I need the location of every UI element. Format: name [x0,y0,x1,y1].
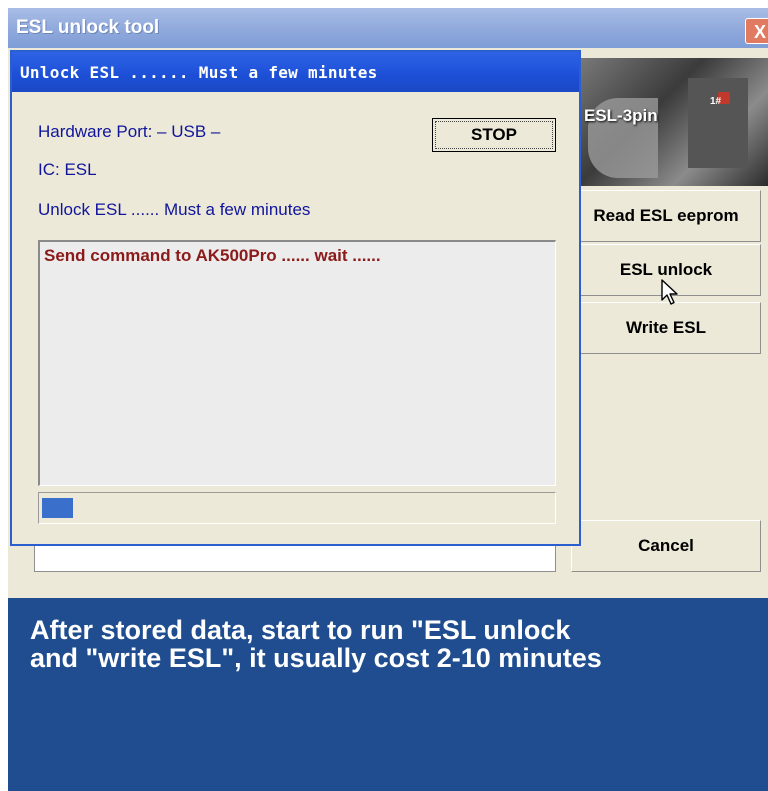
dialog-title: Unlock ESL ...... Must a few minutes [20,63,378,82]
caption-line-1: After stored data, start to run "ESL unl… [30,615,571,645]
window-title: ESL unlock tool [16,17,160,38]
mouse-pointer-icon [661,279,678,305]
esl-unlock-tool-window: ESL unlock tool X ESL-3pin 1# Read ESL e… [8,8,768,598]
dialog-titlebar[interactable]: Unlock ESL ...... Must a few minutes [12,52,579,92]
cancel-button[interactable]: Cancel [571,520,761,572]
hardware-port-label: Hardware Port: – USB – [38,122,221,141]
close-icon[interactable]: X [745,18,768,44]
esl-3pin-photo: ESL-3pin 1# [578,58,768,186]
esl-image-tag: 1# [710,96,722,107]
read-esl-eeprom-button[interactable]: Read ESL eeprom [571,190,761,242]
log-line: Send command to AK500Pro ...... wait ...… [44,246,381,265]
stop-button[interactable]: STOP [432,118,556,152]
write-esl-button[interactable]: Write ESL [571,302,761,354]
outer-titlebar[interactable]: ESL unlock tool X [8,8,768,48]
caption-band: After stored data, start to run "ESL unl… [8,598,768,791]
screenshot-frame: ESL unlock tool X ESL-3pin 1# Read ESL e… [8,8,768,791]
status-label: Unlock ESL ...... Must a few minutes [38,200,311,219]
unlock-progress-dialog: Unlock ESL ...... Must a few minutes Har… [10,50,581,546]
esl-image-label: ESL-3pin [584,106,658,125]
progress-bar [38,492,556,524]
caption-text: After stored data, start to run "ESL unl… [30,616,750,672]
progress-fill [42,498,73,518]
ic-label: IC: ESL [38,160,97,179]
caption-line-2: and "write ESL", it usually cost 2-10 mi… [30,643,602,673]
log-output[interactable]: Send command to AK500Pro ...... wait ...… [38,240,556,486]
